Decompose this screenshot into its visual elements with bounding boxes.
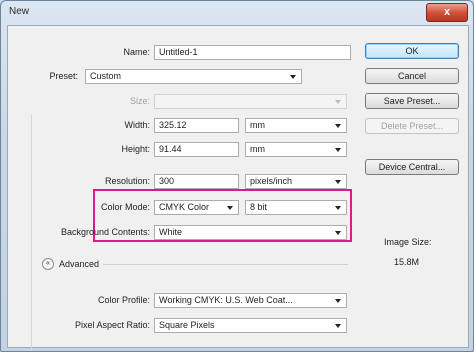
name-label: Name: <box>123 47 150 57</box>
image-size-value: 15.8M <box>394 257 420 267</box>
color-mode-dropdown[interactable]: CMYK Color <box>154 200 239 215</box>
name-field[interactable]: Untitled-1 <box>154 45 351 60</box>
collapse-chevron-icon: « <box>46 260 50 267</box>
chevron-down-icon <box>335 180 341 184</box>
height-unit-dropdown[interactable]: mm <box>245 142 347 157</box>
width-field[interactable]: 325.12 <box>154 118 239 133</box>
height-label: Height: <box>121 144 150 154</box>
pixel-aspect-ratio-dropdown[interactable]: Square Pixels <box>154 318 347 333</box>
chevron-down-icon <box>335 100 341 104</box>
color-mode-label: Color Mode: <box>100 202 150 212</box>
chevron-down-icon <box>335 124 341 128</box>
resolution-unit-dropdown[interactable]: pixels/inch <box>245 174 347 189</box>
ok-button[interactable]: OK <box>365 43 459 59</box>
size-label: Size: <box>129 96 150 106</box>
image-size-label: Image Size: <box>384 237 432 247</box>
width-label: Width: <box>124 120 150 130</box>
advanced-label: Advanced <box>59 259 100 269</box>
device-central-button[interactable]: Device Central... <box>365 159 459 175</box>
size-dropdown[interactable] <box>154 94 347 109</box>
dialog-body: Name: Untitled-1 Preset: Custom Size: Wi… <box>7 25 469 351</box>
chevron-down-icon <box>335 206 341 210</box>
save-preset-button[interactable]: Save Preset... <box>365 93 459 109</box>
chevron-down-icon <box>290 75 296 79</box>
chevron-down-icon <box>335 148 341 152</box>
preset-label: Preset: <box>49 71 78 81</box>
background-contents-label: Background Contents: <box>60 227 150 237</box>
chevron-down-icon <box>335 324 341 328</box>
chevron-down-icon <box>335 299 341 303</box>
advanced-divider <box>103 264 348 265</box>
dialog-title: New <box>9 6 30 17</box>
resolution-label: Resolution: <box>104 176 150 186</box>
resolution-field[interactable]: 300 <box>154 174 239 189</box>
pixel-aspect-ratio-label: Pixel Aspect Ratio: <box>74 320 150 330</box>
close-button[interactable]: x <box>426 3 468 22</box>
preset-dropdown[interactable]: Custom <box>85 69 302 84</box>
close-icon: x <box>443 6 451 18</box>
bit-depth-dropdown[interactable]: 8 bit <box>245 200 347 215</box>
color-profile-dropdown[interactable]: Working CMYK: U.S. Web Coat... <box>154 293 347 308</box>
color-profile-label: Color Profile: <box>97 295 150 305</box>
delete-preset-button[interactable]: Delete Preset... <box>365 118 459 134</box>
new-document-dialog: New x Name: Untitled-1 Preset: Custom Si… <box>0 0 474 352</box>
advanced-toggle-button[interactable]: « <box>42 258 54 270</box>
height-field[interactable]: 91.44 <box>154 142 239 157</box>
chevron-down-icon <box>227 206 233 210</box>
chevron-down-icon <box>335 231 341 235</box>
cancel-button[interactable]: Cancel <box>365 68 459 84</box>
title-bar: New x <box>1 1 473 25</box>
width-unit-dropdown[interactable]: mm <box>245 118 347 133</box>
background-contents-dropdown[interactable]: White <box>154 225 347 240</box>
